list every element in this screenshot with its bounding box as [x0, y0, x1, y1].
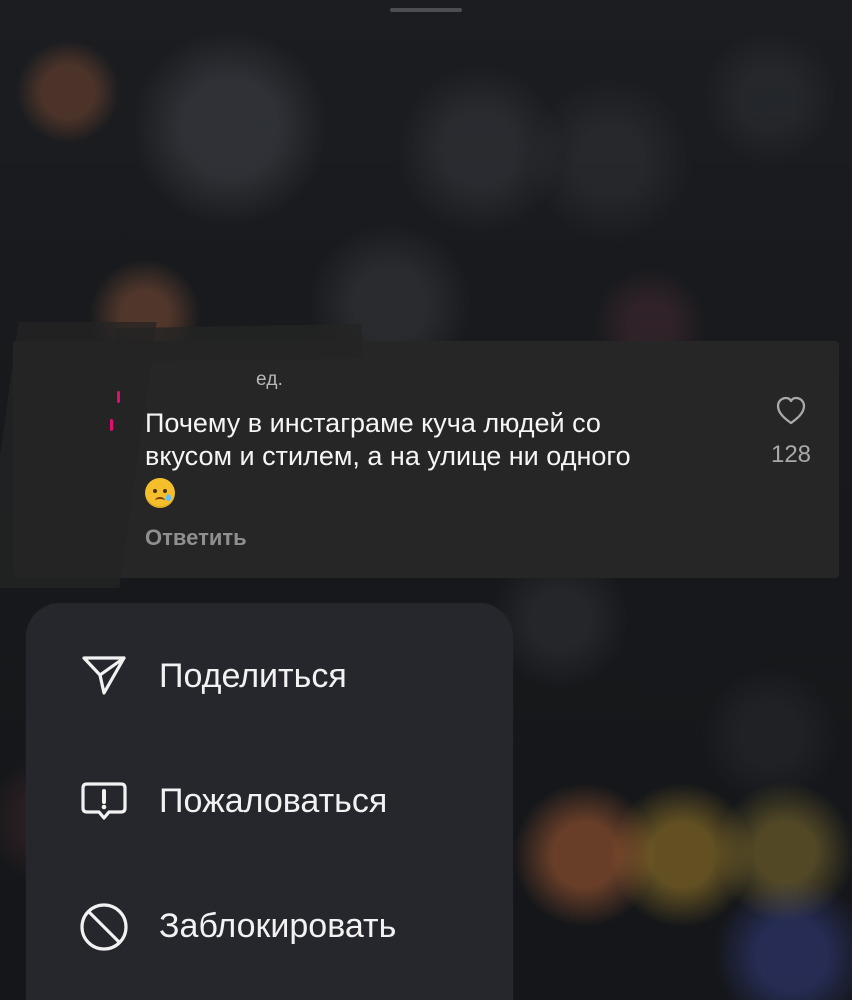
heart-icon[interactable] [774, 394, 808, 428]
report-icon [81, 782, 127, 820]
like-button[interactable]: 128 [766, 392, 816, 472]
like-count: 128 [770, 441, 812, 468]
crying-face-emoji [145, 477, 175, 508]
redacted-username [115, 323, 363, 363]
avatar[interactable] [107, 391, 125, 451]
reply-button[interactable]: Ответить [145, 526, 247, 550]
block-menu-item[interactable]: Заблокировать [26, 851, 513, 975]
comment-time: ед. [256, 369, 284, 390]
report-label: Пожаловаться [159, 782, 388, 820]
paper-plane-icon [82, 656, 126, 695]
tear-icon [166, 493, 171, 501]
comment-line-1: Почему в инстаграме куча людей со [145, 408, 601, 438]
comment-text: Почему в инстаграме куча людей со вкусом… [145, 407, 725, 508]
share-label: Поделиться [159, 657, 347, 695]
comment-line-2: вкусом и стилем, а на улице ни одного [145, 441, 631, 471]
share-menu-item[interactable]: Поделиться [26, 603, 513, 727]
block-icon [80, 903, 128, 951]
action-menu: Поделиться Пожаловаться Заблокировать [26, 603, 513, 1000]
report-menu-item[interactable]: Пожаловаться [26, 727, 513, 851]
sheet-drag-handle[interactable] [390, 8, 462, 12]
block-label: Заблокировать [159, 907, 397, 945]
